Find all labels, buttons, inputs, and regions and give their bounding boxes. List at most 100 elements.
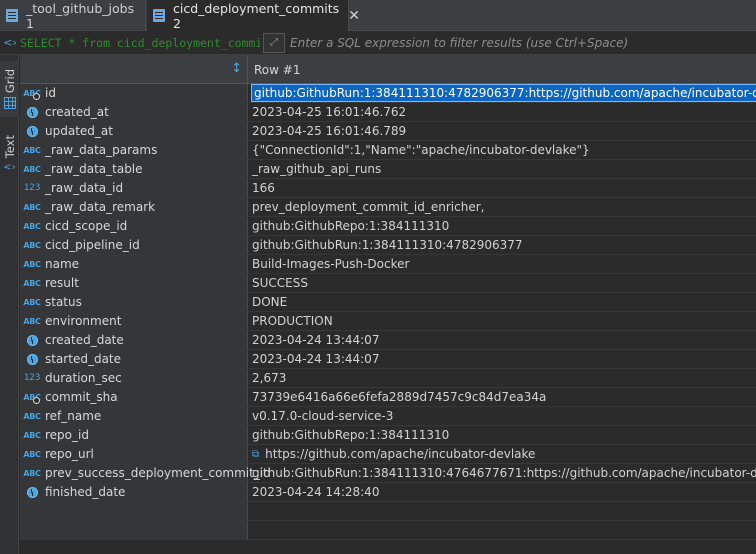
text-view-tab[interactable]: Text <›: [0, 125, 19, 183]
column-name: environment: [45, 314, 122, 328]
value-cell[interactable]: 2023-04-24 13:44:07: [248, 331, 756, 349]
abc-key-icon: [23, 390, 41, 404]
value-cell[interactable]: github:GithubRepo:1:384111310: [248, 217, 756, 235]
table-row[interactable]: created_date 2023-04-24 13:44:07: [20, 331, 756, 350]
table-row[interactable]: prev_success_deployment_commit_idgithub:…: [20, 464, 756, 483]
column-name-cell[interactable]: duration_sec: [20, 369, 248, 387]
close-icon[interactable]: ✕: [348, 8, 360, 24]
sql-query-icon[interactable]: <›: [0, 32, 20, 54]
column-name: name: [45, 257, 80, 271]
column-name-cell[interactable]: id: [20, 84, 248, 102]
column-name-cell[interactable]: result: [20, 274, 248, 292]
abc-icon: [23, 447, 41, 461]
value-cell[interactable]: github:GithubRun:1:384111310:4782906377: [248, 236, 756, 254]
value-cell[interactable]: DONE: [248, 293, 756, 311]
value-cell[interactable]: ⧉ https://github.com/apache/incubator-dev…: [248, 445, 756, 463]
column-name-cell[interactable]: _raw_data_params: [20, 141, 248, 159]
column-name-cell[interactable]: status: [20, 293, 248, 311]
cell-value: 2023-04-24 14:28:40: [252, 485, 380, 499]
table-row[interactable]: repo_url ⧉ https://github.com/apache/incub…: [20, 445, 756, 464]
table-icon: [153, 9, 165, 22]
sort-icon[interactable]: ↕: [231, 61, 242, 76]
table-row[interactable]: environment PRODUCTION: [20, 312, 756, 331]
column-name-cell[interactable]: environment: [20, 312, 248, 330]
value-cell[interactable]: 2,673: [248, 369, 756, 387]
table-row[interactable]: _raw_data_id 166: [20, 179, 756, 198]
view-mode-panel: Grid Text <›: [0, 55, 19, 554]
column-name-cell[interactable]: commit_sha: [20, 388, 248, 406]
table-row[interactable]: _raw_data_remark prev_deployment_commit_i…: [20, 198, 756, 217]
value-cell[interactable]: github:GithubRun:1:384111310:4782906377:…: [248, 84, 756, 102]
sql-query-text[interactable]: SELECT * from cicd_deployment_commits cd: [20, 36, 260, 50]
column-name-cell[interactable]: cicd_scope_id: [20, 217, 248, 235]
value-cell[interactable]: github:GithubRun:1:384111310:4764677671:…: [248, 464, 756, 482]
table-row[interactable]: cicd_scope_id github:GithubRepo:1:3841113…: [20, 217, 756, 236]
value-cell[interactable]: v0.17.0-cloud-service-3: [248, 407, 756, 425]
column-name: repo_url: [45, 447, 94, 461]
column-name-cell[interactable]: prev_success_deployment_commit_id: [20, 464, 271, 482]
external-link-icon[interactable]: ⧉: [252, 449, 259, 460]
column-name-cell[interactable]: created_date: [20, 331, 248, 349]
value-cell[interactable]: github:GithubRepo:1:384111310: [248, 426, 756, 444]
empty-name-cell: [20, 521, 248, 539]
column-name-cell[interactable]: updated_at: [20, 122, 248, 140]
table-row[interactable]: name Build-Images-Push-Docker: [20, 255, 756, 274]
table-row[interactable]: _raw_data_params {"ConnectionId":1,"Name"…: [20, 141, 756, 160]
filter-bar: <› SELECT * from cicd_deployment_commits…: [0, 31, 756, 55]
column-name-cell[interactable]: _raw_data_table: [20, 160, 248, 178]
value-cell[interactable]: SUCCESS: [248, 274, 756, 292]
column-name-cell[interactable]: ref_name: [20, 407, 248, 425]
table-row[interactable]: cicd_pipeline_id github:GithubRun:1:38411…: [20, 236, 756, 255]
table-row[interactable]: duration_sec 2,673: [20, 369, 756, 388]
value-cell[interactable]: 2023-04-24 13:44:07: [248, 350, 756, 368]
table-row[interactable]: status DONE: [20, 293, 756, 312]
value-cell[interactable]: Build-Images-Push-Docker: [248, 255, 756, 273]
cell-value: 166: [252, 181, 275, 195]
value-cell[interactable]: 2023-04-25 16:01:46.789: [248, 122, 756, 140]
filter-input[interactable]: Enter a SQL expression to filter results…: [290, 36, 628, 50]
column-name-cell[interactable]: repo_id: [20, 426, 248, 444]
value-cell[interactable]: 73739e6416a66e6fefa2889d7457c9c84d7ea34a: [248, 388, 756, 406]
abc-icon: [23, 143, 41, 157]
column-name-cell[interactable]: _raw_data_remark: [20, 198, 248, 216]
tab-cicd-deployment-commits[interactable]: cicd_deployment_commits 2 ✕: [147, 0, 360, 31]
expand-editor-icon[interactable]: ⤢: [263, 32, 285, 53]
value-cell[interactable]: PRODUCTION: [248, 312, 756, 330]
value-cell[interactable]: 166: [248, 179, 756, 197]
empty-row: [20, 521, 756, 540]
number-icon: [23, 371, 41, 385]
grid-view-tab[interactable]: Grid: [0, 61, 19, 117]
column-name-cell[interactable]: name: [20, 255, 248, 273]
table-row[interactable]: id github:GithubRun:1:384111310:478290637…: [20, 84, 756, 103]
empty-value-cell: [248, 502, 756, 520]
value-cell[interactable]: 2023-04-25 16:01:46.762: [248, 103, 756, 121]
tab-tool-github-jobs[interactable]: _tool_github_jobs 1: [0, 0, 146, 31]
row-header[interactable]: Row #1: [249, 55, 300, 84]
table-row[interactable]: finished_date 2023-04-24 14:28:40: [20, 483, 756, 502]
column-name-cell[interactable]: repo_url: [20, 445, 248, 463]
table-row[interactable]: started_date 2023-04-24 13:44:07: [20, 350, 756, 369]
table-row[interactable]: ref_name v0.17.0-cloud-service-3: [20, 407, 756, 426]
table-row[interactable]: updated_at 2023-04-25 16:01:46.789: [20, 122, 756, 141]
column-name-cell[interactable]: finished_date: [20, 483, 248, 501]
cell-value: 73739e6416a66e6fefa2889d7457c9c84d7ea34a: [252, 390, 547, 404]
column-name: id: [45, 86, 56, 100]
table-row[interactable]: _raw_data_table _raw_github_api_runs: [20, 160, 756, 179]
column-name: finished_date: [45, 485, 126, 499]
column-name-cell[interactable]: cicd_pipeline_id: [20, 236, 248, 254]
column-name: _raw_data_remark: [45, 200, 156, 214]
column-name-cell[interactable]: _raw_data_id: [20, 179, 248, 197]
table-row[interactable]: commit_sha 73739e6416a66e6fefa2889d7457c9…: [20, 388, 756, 407]
value-cell[interactable]: {"ConnectionId":1,"Name":"apache/incubat…: [248, 141, 756, 159]
abc-key-icon: [23, 86, 41, 100]
column-name-cell[interactable]: created_at: [20, 103, 248, 121]
record-rows: id github:GithubRun:1:384111310:478290637…: [20, 84, 756, 502]
value-cell[interactable]: 2023-04-24 14:28:40: [248, 483, 756, 501]
value-cell[interactable]: prev_deployment_commit_id_enricher,: [248, 198, 756, 216]
table-row[interactable]: created_at 2023-04-25 16:01:46.762: [20, 103, 756, 122]
table-row[interactable]: repo_id github:GithubRepo:1:384111310: [20, 426, 756, 445]
value-cell[interactable]: _raw_github_api_runs: [248, 160, 756, 178]
table-row[interactable]: result SUCCESS: [20, 274, 756, 293]
column-name: result: [45, 276, 79, 290]
column-name-cell[interactable]: started_date: [20, 350, 248, 368]
